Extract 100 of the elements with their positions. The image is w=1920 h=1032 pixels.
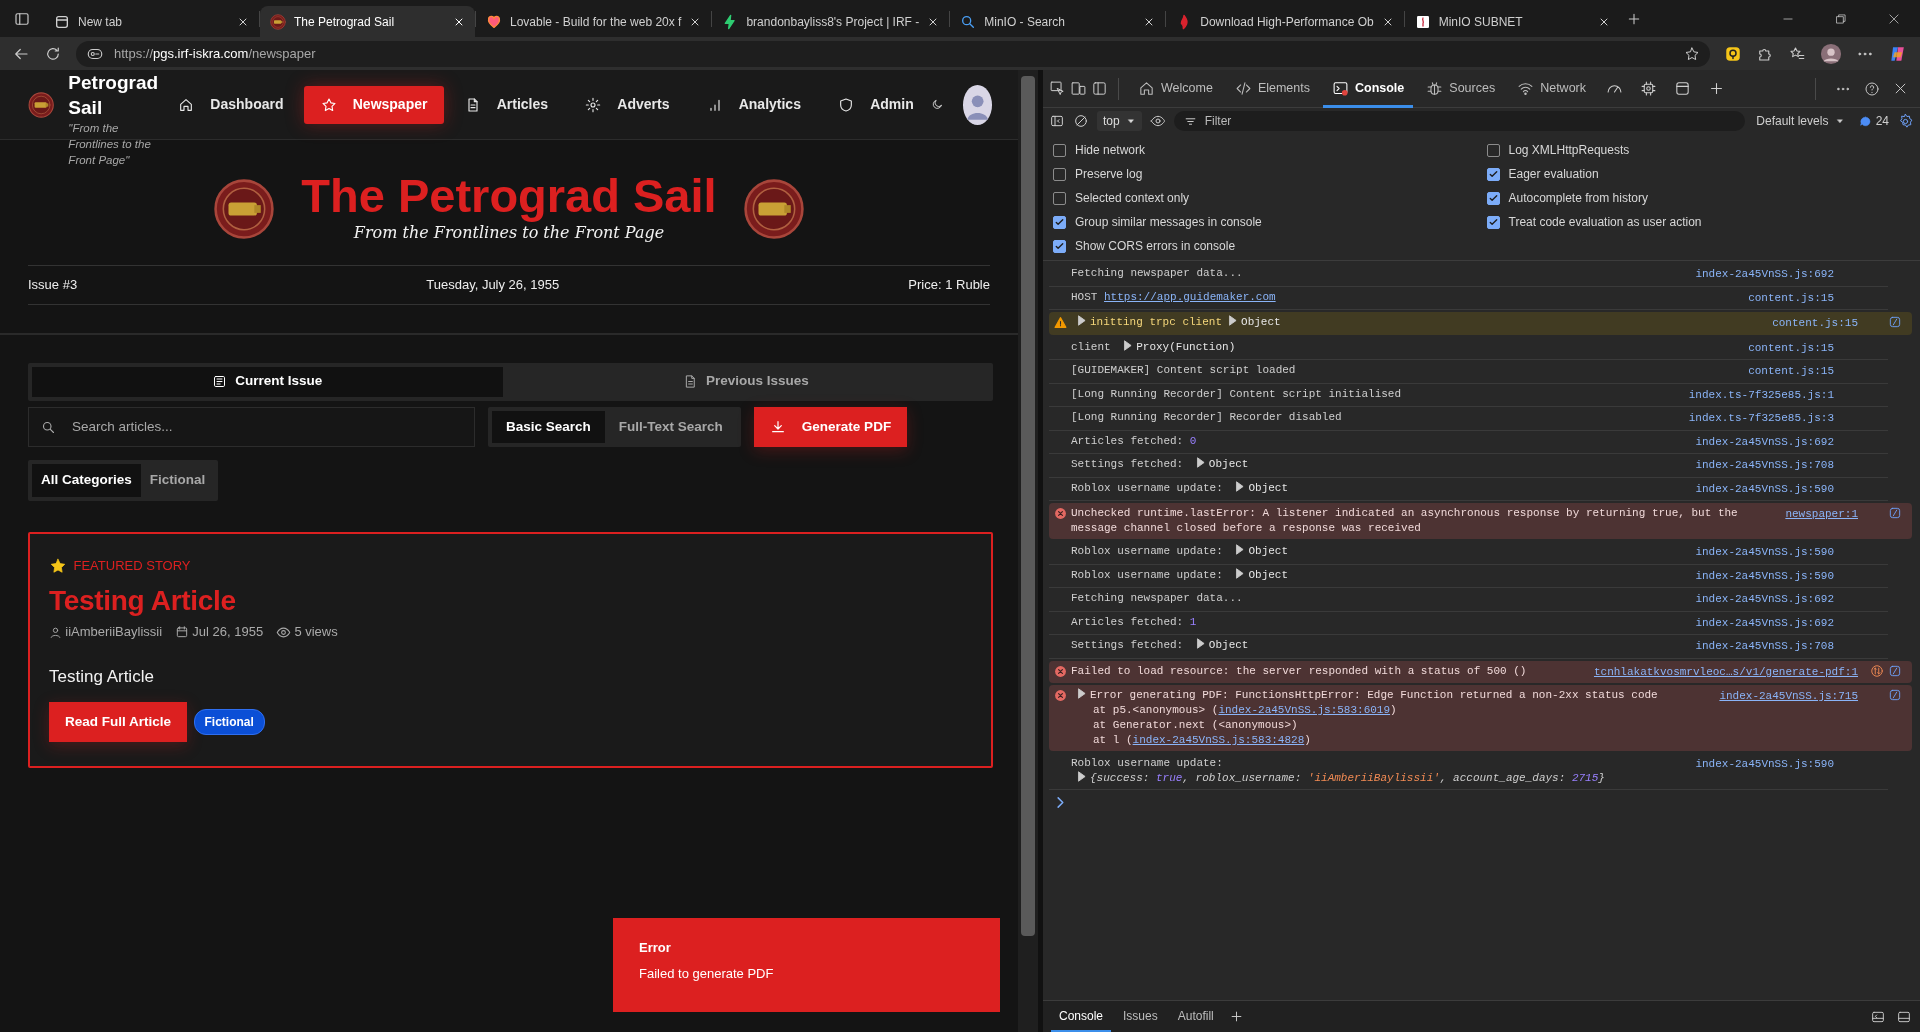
object-label[interactable]: Object bbox=[1241, 316, 1281, 328]
drawer-tab[interactable]: Issues bbox=[1115, 1001, 1166, 1032]
add-icon[interactable] bbox=[1229, 1009, 1244, 1024]
checkbox[interactable] bbox=[1486, 191, 1500, 205]
nav-link[interactable]: Admin bbox=[821, 85, 931, 124]
restore-icon[interactable] bbox=[1833, 11, 1848, 26]
source-link[interactable]: index-2a45VnSS.js:590 bbox=[1695, 544, 1834, 561]
source-link[interactable]: content.js:15 bbox=[1748, 289, 1834, 306]
search-mode-toggle[interactable]: Basic Search bbox=[492, 411, 605, 443]
settings-icon[interactable] bbox=[1897, 112, 1914, 130]
issue-tab[interactable]: Previous Issues bbox=[502, 366, 989, 397]
refresh-icon[interactable] bbox=[44, 44, 62, 63]
checkbox[interactable] bbox=[1053, 167, 1066, 181]
explain-icon[interactable] bbox=[1888, 688, 1902, 702]
source-link[interactable]: index-2a45VnSS.js:590 bbox=[1695, 756, 1834, 773]
profile-avatar[interactable] bbox=[1820, 42, 1842, 65]
browser-tab[interactable]: Download High-Performance Ob bbox=[1166, 6, 1404, 37]
favorite-star-icon[interactable] bbox=[1684, 45, 1700, 62]
browser-tab[interactable]: Lovable - Build for the web 20x f bbox=[476, 6, 712, 37]
search-field[interactable]: Search articles... bbox=[70, 415, 462, 439]
checkbox[interactable] bbox=[1486, 167, 1500, 181]
nav-link[interactable]: Adverts bbox=[568, 85, 687, 124]
help-icon[interactable] bbox=[1863, 80, 1880, 97]
expand-icon[interactable] bbox=[1228, 315, 1238, 326]
source-link[interactable]: https://app.guidemaker.com bbox=[1104, 290, 1276, 303]
eye-icon[interactable] bbox=[1149, 113, 1166, 129]
avatar[interactable] bbox=[962, 84, 992, 125]
object-label[interactable]: Object bbox=[1208, 458, 1249, 470]
explain-icon[interactable] bbox=[1888, 663, 1902, 678]
inspect-icon[interactable] bbox=[1049, 80, 1066, 97]
source-link[interactable]: index-2a45VnSS.js:590 bbox=[1695, 480, 1834, 497]
object-label[interactable]: Object bbox=[1208, 639, 1249, 651]
scrollbar[interactable] bbox=[1021, 76, 1035, 936]
expand-icon[interactable] bbox=[1195, 638, 1205, 649]
browser-tab[interactable]: MinIO SUBNET bbox=[1404, 6, 1620, 37]
nav-link[interactable]: Analytics bbox=[689, 85, 818, 124]
levels-dropdown[interactable]: Default levels bbox=[1756, 112, 1845, 130]
source-link[interactable]: newspaper:1 bbox=[1785, 506, 1858, 523]
object-label[interactable]: Proxy(Function) bbox=[1136, 340, 1236, 353]
devtools-tab[interactable]: Network bbox=[1508, 69, 1595, 108]
drawer-tab[interactable]: Autofill bbox=[1169, 1001, 1222, 1032]
close-icon[interactable] bbox=[1886, 11, 1901, 26]
source-link[interactable]: index-2a45VnSS.js:692 bbox=[1695, 591, 1834, 608]
checkbox[interactable] bbox=[1486, 143, 1500, 157]
device-icon[interactable] bbox=[1070, 80, 1087, 97]
sidebar-icon[interactable] bbox=[1049, 113, 1065, 129]
search-mode-toggle[interactable]: Full-Text Search bbox=[604, 411, 737, 443]
source-link[interactable]: index-2a45VnSS.js:708 bbox=[1695, 638, 1834, 655]
source-link[interactable]: content.js:15 bbox=[1748, 363, 1834, 380]
devtools-tab[interactable]: Sources bbox=[1417, 69, 1505, 108]
source-link[interactable]: index-2a45VnSS.js:692 bbox=[1695, 433, 1834, 450]
browser-tab[interactable]: The Petrograd Sail bbox=[260, 6, 475, 37]
expand-icon[interactable] bbox=[1235, 480, 1245, 492]
nav-link[interactable]: Articles bbox=[447, 85, 566, 124]
expand-icon[interactable] bbox=[1235, 567, 1245, 579]
search-box[interactable]: Search articles... bbox=[28, 407, 475, 447]
category-filter[interactable]: All Categories bbox=[32, 464, 141, 497]
dock-icon[interactable] bbox=[1091, 80, 1108, 97]
clear-icon[interactable] bbox=[1073, 113, 1089, 129]
source-link[interactable]: index-2a45VnSS.js:692 bbox=[1695, 614, 1834, 631]
object-label[interactable]: Object bbox=[1248, 481, 1289, 494]
expand-icon[interactable] bbox=[1077, 688, 1086, 699]
expand-icon[interactable] bbox=[1077, 771, 1086, 782]
checkbox[interactable] bbox=[1053, 143, 1066, 157]
explain-icon[interactable] bbox=[1888, 315, 1902, 329]
object-label[interactable]: Object bbox=[1248, 545, 1289, 557]
source-link[interactable]: content.js:15 bbox=[1772, 315, 1858, 332]
source-link[interactable]: index-2a45VnSS.js:708 bbox=[1695, 457, 1834, 474]
source-link[interactable]: content.js:15 bbox=[1748, 339, 1834, 356]
network-request-icon[interactable] bbox=[1870, 663, 1884, 678]
devtools-tab[interactable]: Elements bbox=[1225, 69, 1319, 108]
source-link[interactable]: tcnhlakatkvosmrvleoc…s/v1/generate-pdf:1 bbox=[1593, 663, 1858, 680]
expand-icon[interactable] bbox=[1123, 339, 1133, 351]
message-count[interactable]: 24 bbox=[1859, 112, 1889, 130]
devtools-tab[interactable]: Welcome bbox=[1129, 69, 1222, 108]
extension-icon[interactable] bbox=[1724, 44, 1742, 63]
chip-icon[interactable] bbox=[1639, 80, 1657, 97]
generate-pdf-button[interactable]: Generate PDF bbox=[753, 407, 908, 447]
nav-link[interactable]: Dashboard bbox=[161, 85, 301, 124]
source-link[interactable]: index.ts-7f325e85.js:3 bbox=[1688, 410, 1834, 427]
context-dropdown[interactable]: top bbox=[1097, 111, 1142, 131]
browser-tab[interactable]: brandonbayliss8's Project | IRF - bbox=[712, 6, 950, 37]
read-article-button[interactable]: Read Full Article bbox=[49, 702, 188, 743]
source-link[interactable]: index-2a45VnSS.js:583:4828 bbox=[1132, 734, 1305, 746]
address-bar[interactable]: https://pgs.irf-iskra.com/newspaper bbox=[76, 40, 1710, 67]
checkbox[interactable] bbox=[1053, 215, 1066, 229]
expand-icon[interactable] bbox=[1195, 457, 1205, 468]
checkbox[interactable] bbox=[1053, 191, 1066, 205]
source-link[interactable]: index-2a45VnSS.js:715 bbox=[1719, 688, 1858, 705]
object-label[interactable]: Object bbox=[1248, 568, 1289, 581]
source-link[interactable]: index-2a45VnSS.js:590 bbox=[1695, 567, 1834, 584]
source-link[interactable]: index-2a45VnSS.js:583:6019 bbox=[1218, 704, 1391, 716]
checkbox[interactable] bbox=[1053, 239, 1066, 253]
explain-icon[interactable] bbox=[1888, 506, 1902, 520]
checkbox[interactable] bbox=[1486, 215, 1500, 229]
nav-link[interactable]: Newspaper bbox=[303, 85, 445, 124]
issue-tab[interactable]: Current Issue bbox=[32, 366, 503, 397]
article-title[interactable]: Testing Article bbox=[49, 585, 972, 617]
source-link[interactable]: index.ts-7f325e85.js:1 bbox=[1688, 386, 1834, 403]
window-icon[interactable] bbox=[1673, 80, 1691, 97]
